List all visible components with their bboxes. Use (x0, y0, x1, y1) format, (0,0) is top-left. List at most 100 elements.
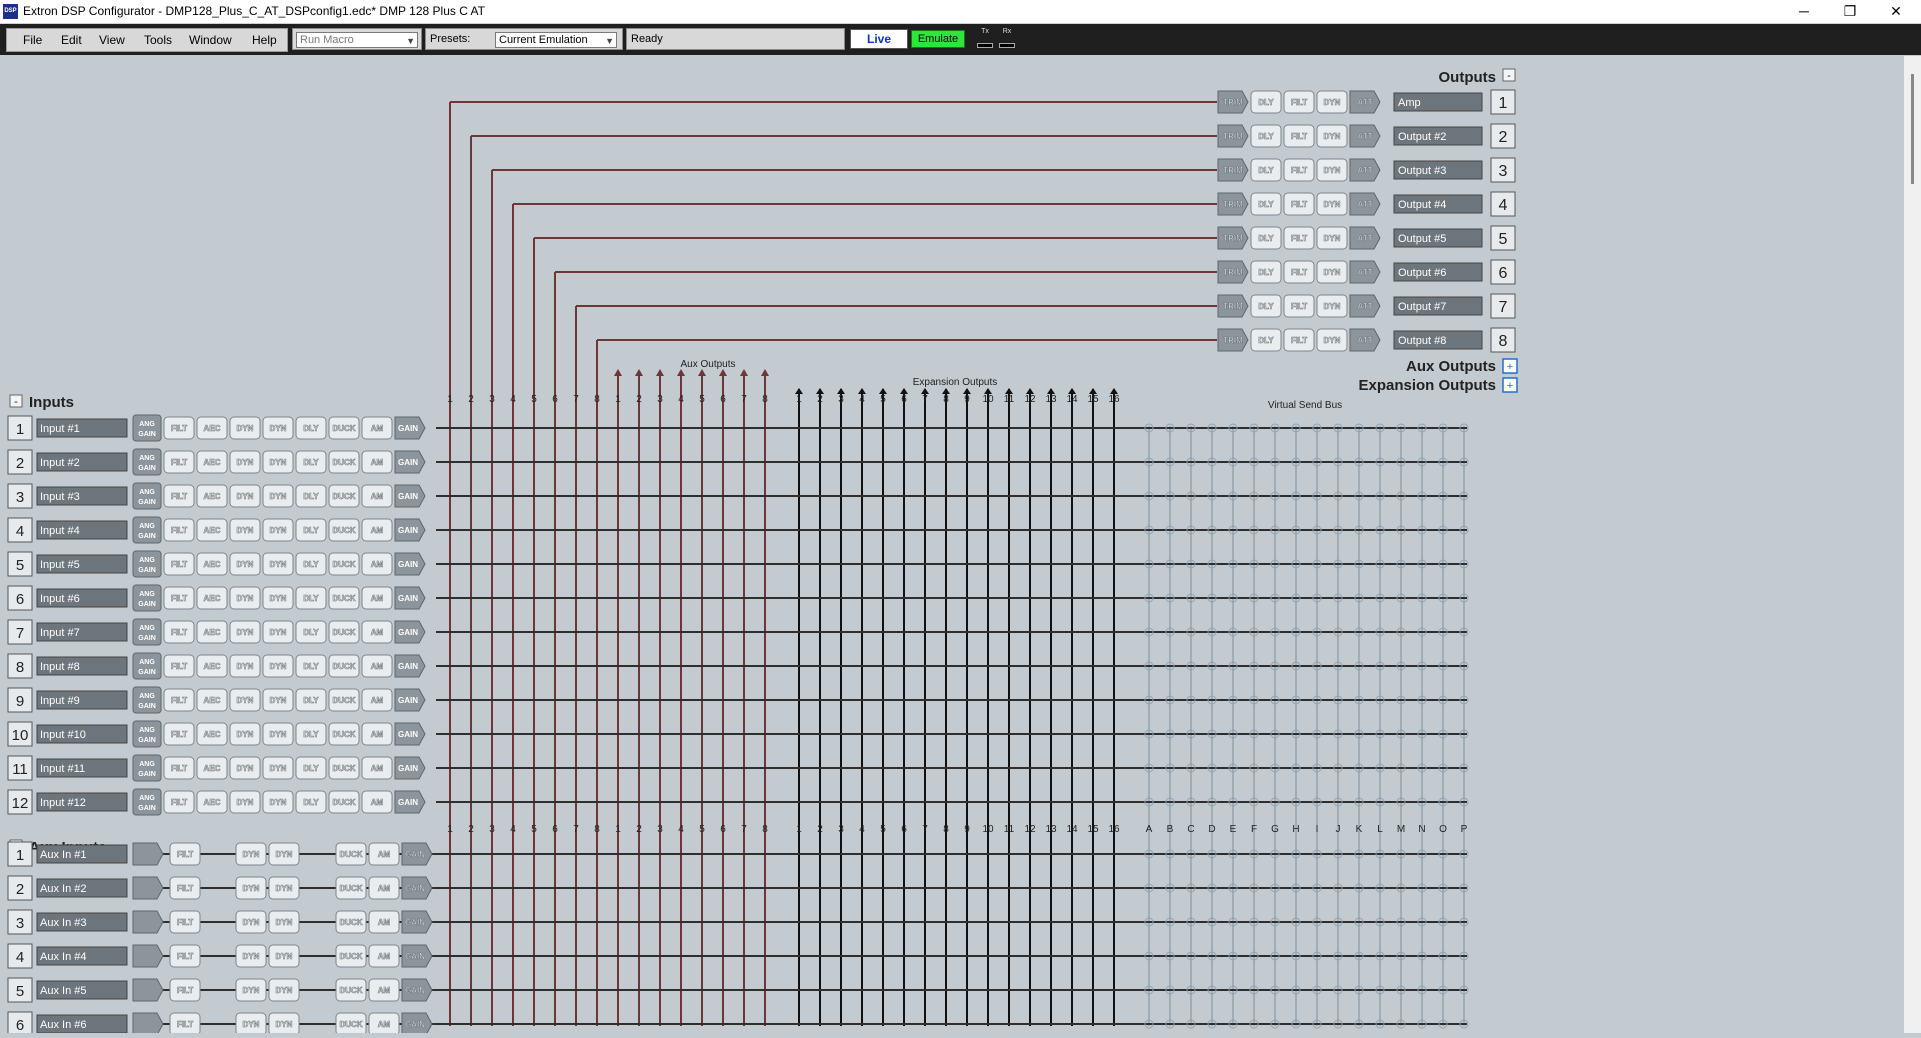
aux-input-block-label: DYN (243, 986, 260, 995)
output-block-label: ATT (1358, 132, 1373, 141)
input-block-label: AM (371, 730, 384, 739)
input-block-label: AM (371, 526, 384, 535)
aux-input-block-source[interactable] (132, 1012, 164, 1036)
menu-tools[interactable]: Tools (144, 33, 172, 47)
emulate-button[interactable]: Emulate (911, 30, 965, 48)
aux-input-block-source[interactable] (132, 978, 164, 1002)
input-block-label: ANG (139, 455, 155, 462)
expansion-column-label: 1 (796, 824, 802, 835)
live-button[interactable]: Live (850, 29, 908, 49)
presets-panel: Presets: Current Emulation ▼ (425, 28, 623, 50)
run-macro-select[interactable]: Run Macro ▼ (296, 32, 418, 48)
aux-output-arrow-icon (698, 369, 706, 376)
aux-input-block-source[interactable] (132, 842, 164, 866)
output-block-label: DYN (1324, 302, 1341, 311)
input-block-label: GAIN (138, 737, 156, 744)
input-block-label: DYN (237, 798, 254, 807)
output-block-label: ATT (1358, 234, 1373, 243)
aux-column-label: 8 (762, 394, 768, 405)
output-block-label: TRIM (1223, 234, 1243, 243)
aux-input-name: Aux In #2 (40, 883, 86, 895)
expansion-column-label: 13 (1045, 394, 1057, 405)
input-block-label: DUCK (332, 594, 355, 603)
aux-output-arrow-icon (719, 369, 727, 376)
menu-view[interactable]: View (99, 33, 125, 47)
presets-select[interactable]: Current Emulation ▼ (495, 32, 617, 48)
aux-input-block-source[interactable] (132, 910, 164, 934)
expansion-column-label: 5 (880, 394, 886, 405)
menu-help[interactable]: Help (252, 33, 277, 47)
output-block-label: FILT (1291, 98, 1307, 107)
output-column-label: 3 (489, 824, 495, 835)
aux-input-block-label: DUCK (339, 918, 362, 927)
input-block-label: AEC (204, 560, 221, 569)
input-block-label: GAIN (138, 499, 156, 506)
input-block-label: DYN (237, 764, 254, 773)
input-block-label: AEC (204, 764, 221, 773)
close-button[interactable]: ✕ (1873, 0, 1919, 23)
minimize-button[interactable]: ─ (1781, 0, 1827, 23)
aux-input-block-label: DYN (276, 1020, 293, 1029)
tx-led (977, 43, 993, 48)
expansion-column-label: 4 (859, 824, 865, 835)
vertical-scrollbar[interactable] (1904, 56, 1921, 1033)
output-block-label: TRIM (1223, 302, 1243, 311)
input-block-label: ANG (139, 727, 155, 734)
output-block-label: FILT (1291, 200, 1307, 209)
output-column-label: 4 (510, 394, 516, 405)
aux-input-block-label: AM (378, 1020, 391, 1029)
output-column-label: 6 (552, 394, 558, 405)
scrollbar-thumb[interactable] (1911, 74, 1914, 184)
expansion-column-label: 15 (1087, 394, 1099, 405)
output-number: 8 (1499, 333, 1508, 350)
aux-outputs-bus-label: Aux Outputs (680, 359, 735, 370)
menu-window[interactable]: Window (189, 33, 232, 47)
input-block-label: GAIN (398, 628, 418, 637)
input-block-label: AM (371, 458, 384, 467)
expansion-column-label: 15 (1087, 824, 1099, 835)
output-block-label: DLY (1258, 98, 1274, 107)
virtual-bus-column-label: J (1336, 824, 1341, 835)
aux-input-block-label: DUCK (339, 1020, 362, 1029)
input-block-label: DUCK (332, 424, 355, 433)
input-block-label: GAIN (138, 567, 156, 574)
virtual-bus-column-label: D (1208, 824, 1215, 835)
menu-file[interactable]: File (23, 33, 42, 47)
expansion-column-label: 12 (1024, 394, 1036, 405)
aux-input-block-label: DYN (276, 986, 293, 995)
output-number: 4 (1499, 197, 1508, 214)
aux-column-label: 4 (678, 824, 684, 835)
aux-input-block-label: DUCK (339, 952, 362, 961)
aux-input-block-label: DYN (276, 918, 293, 927)
input-block-label: ANG (139, 659, 155, 666)
input-block-label: ANG (139, 693, 155, 700)
expansion-outputs-header: Expansion Outputs (1358, 377, 1496, 394)
menu-edit[interactable]: Edit (61, 33, 82, 47)
aux-column-label: 5 (699, 394, 705, 405)
aux-output-arrow-icon (740, 369, 748, 376)
aux-input-block-label: FILT (177, 884, 193, 893)
output-column-label: 2 (468, 394, 474, 405)
input-number: 12 (12, 795, 29, 812)
output-block-label: DLY (1258, 132, 1274, 141)
expand-icon: + (1507, 361, 1513, 373)
aux-input-block-source[interactable] (132, 944, 164, 968)
aux-input-block-source[interactable] (132, 876, 164, 900)
maximize-button[interactable]: ❐ (1827, 0, 1873, 23)
input-block-label: ANG (139, 761, 155, 768)
input-block-label: GAIN (398, 764, 418, 773)
output-block-label: TRIM (1223, 98, 1243, 107)
output-column-label: 4 (510, 824, 516, 835)
input-block-label: AM (371, 560, 384, 569)
input-block-label: DUCK (332, 492, 355, 501)
input-number: 10 (12, 727, 29, 744)
expansion-column-label: 12 (1024, 824, 1036, 835)
input-block-label: DLY (303, 560, 319, 569)
output-column-label: 8 (594, 394, 600, 405)
input-block-label: GAIN (398, 594, 418, 603)
output-block-label: DLY (1258, 166, 1274, 175)
input-block-label: DYN (270, 730, 287, 739)
input-block-label: DYN (237, 628, 254, 637)
aux-input-block-label: DYN (276, 850, 293, 859)
input-name: Input #7 (40, 627, 80, 639)
